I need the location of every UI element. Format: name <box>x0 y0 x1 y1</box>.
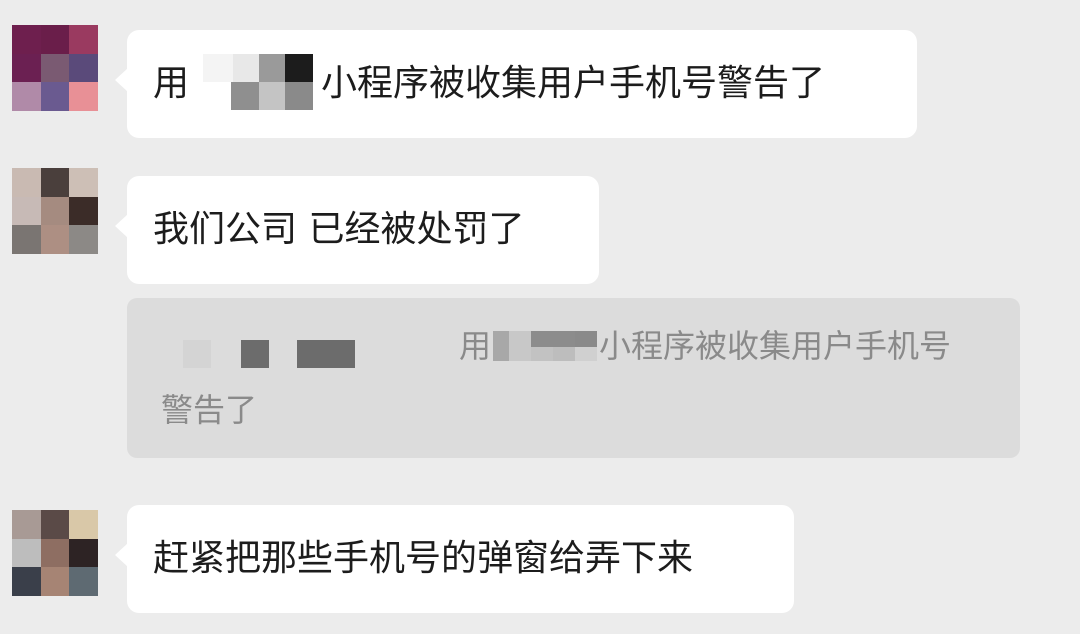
avatar-pixel <box>40 196 70 226</box>
message-text: 小程序被收集用户手机号警告了 <box>321 63 826 104</box>
avatar-pixel <box>40 25 70 54</box>
avatar-pixel <box>12 53 41 83</box>
avatar-pixel <box>12 225 41 254</box>
avatar-pixel <box>12 168 41 197</box>
message-bubble[interactable]: 我们公司 已经被处罚了 <box>115 176 599 284</box>
avatar-pixel <box>69 567 98 596</box>
avatar-pixel <box>69 225 98 254</box>
avatar-pixel <box>40 225 70 254</box>
avatar-pixel <box>40 168 70 197</box>
avatar-pixel <box>69 538 98 568</box>
avatar-pixel <box>40 82 70 111</box>
avatar-pixel <box>12 82 41 111</box>
avatar-pixel <box>69 168 98 197</box>
avatar-pixel <box>12 25 41 54</box>
avatar-pixel <box>12 196 41 226</box>
avatar[interactable] <box>12 168 98 254</box>
avatar-pixel <box>40 510 70 539</box>
avatar-pixel <box>69 25 98 54</box>
quoted-text: 小程序被收集用户手机号 <box>599 327 952 365</box>
avatar-pixel <box>12 538 41 568</box>
message-text: 我们公司 已经被处罚了 <box>153 209 525 250</box>
avatar-pixel <box>40 53 70 83</box>
quoted-text-prefix: 用 <box>459 327 492 365</box>
message-text: 赶紧把那些手机号的弹窗给弄下来 <box>153 538 694 579</box>
redacted-mosaic <box>493 329 598 363</box>
avatar-pixel <box>40 538 70 568</box>
avatar-pixel <box>69 196 98 226</box>
redacted-mosaic <box>203 54 314 114</box>
avatar-pixel <box>12 567 41 596</box>
quoted-text-line: 用 小程序被收集用户手机号 <box>459 326 951 366</box>
quoted-text-line-2: 警告了 <box>161 391 258 429</box>
avatar-pixel <box>69 510 98 539</box>
message-bubble[interactable]: 赶紧把那些手机号的弹窗给弄下来 <box>115 505 794 613</box>
message-bubble[interactable]: 用 小程序被收集用户手机号警告了 <box>115 30 917 138</box>
avatar-pixel <box>12 510 41 539</box>
avatar[interactable] <box>12 510 98 596</box>
avatar-pixel <box>69 82 98 111</box>
avatar-pixel <box>69 53 98 83</box>
avatar[interactable] <box>12 25 98 111</box>
avatar-pixel <box>40 567 70 596</box>
quoted-message[interactable]: 用 小程序被收集用户手机号 警告了 <box>127 298 1020 458</box>
message-text-prefix: 用 <box>153 63 190 104</box>
